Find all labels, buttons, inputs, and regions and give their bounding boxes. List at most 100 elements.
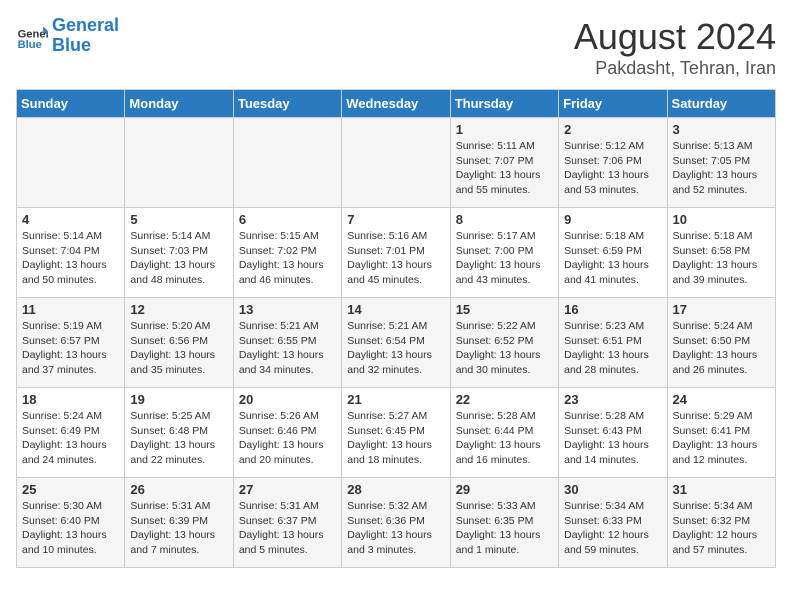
- day-number: 30: [564, 482, 661, 497]
- calendar-cell: 16 Sunrise: 5:23 AM Sunset: 6:51 PM Dayli…: [559, 298, 667, 388]
- calendar-cell: 23 Sunrise: 5:28 AM Sunset: 6:43 PM Dayli…: [559, 388, 667, 478]
- day-number: 23: [564, 392, 661, 407]
- day-number: 12: [130, 302, 227, 317]
- calendar-cell: 22 Sunrise: 5:28 AM Sunset: 6:44 PM Dayli…: [450, 388, 558, 478]
- header-saturday: Saturday: [667, 90, 775, 118]
- day-number: 22: [456, 392, 553, 407]
- header-monday: Monday: [125, 90, 233, 118]
- day-number: 3: [673, 122, 770, 137]
- day-info: Sunrise: 5:31 AM Sunset: 6:37 PM Dayligh…: [239, 499, 336, 558]
- calendar-cell: 12 Sunrise: 5:20 AM Sunset: 6:56 PM Dayli…: [125, 298, 233, 388]
- day-info: Sunrise: 5:25 AM Sunset: 6:48 PM Dayligh…: [130, 409, 227, 468]
- calendar-cell: 28Sunrise: 5:32 AM Sunset: 6:36 PM Dayli…: [342, 478, 450, 568]
- day-info: Sunrise: 5:22 AM Sunset: 6:52 PM Dayligh…: [456, 319, 553, 378]
- calendar-cell: 26Sunrise: 5:31 AM Sunset: 6:39 PM Dayli…: [125, 478, 233, 568]
- day-info: Sunrise: 5:18 AM Sunset: 6:59 PM Dayligh…: [564, 229, 661, 288]
- calendar-cell: [342, 118, 450, 208]
- day-info: Sunrise: 5:12 AM Sunset: 7:06 PM Dayligh…: [564, 139, 661, 198]
- day-info: Sunrise: 5:28 AM Sunset: 6:44 PM Dayligh…: [456, 409, 553, 468]
- calendar-cell: 6Sunrise: 5:15 AM Sunset: 7:02 PM Daylig…: [233, 208, 341, 298]
- day-number: 19: [130, 392, 227, 407]
- calendar-cell: 17 Sunrise: 5:24 AM Sunset: 6:50 PM Dayli…: [667, 298, 775, 388]
- calendar-week-row: 1 Sunrise: 5:11 AM Sunset: 7:07 PM Daylig…: [17, 118, 776, 208]
- day-info: Sunrise: 5:11 AM Sunset: 7:07 PM Dayligh…: [456, 139, 553, 198]
- calendar-cell: [125, 118, 233, 208]
- calendar-cell: 4Sunrise: 5:14 AM Sunset: 7:04 PM Daylig…: [17, 208, 125, 298]
- day-number: 25: [22, 482, 119, 497]
- day-number: 14: [347, 302, 444, 317]
- page-subtitle: Pakdasht, Tehran, Iran: [574, 58, 776, 79]
- calendar-cell: 30 Sunrise: 5:34 AM Sunset: 6:33 PM Dayli…: [559, 478, 667, 568]
- header-wednesday: Wednesday: [342, 90, 450, 118]
- calendar-cell: 5 Sunrise: 5:14 AM Sunset: 7:03 PM Daylig…: [125, 208, 233, 298]
- header-sunday: Sunday: [17, 90, 125, 118]
- day-number: 28: [347, 482, 444, 497]
- calendar-cell: 3Sunrise: 5:13 AM Sunset: 7:05 PM Daylig…: [667, 118, 775, 208]
- logo-text: GeneralBlue: [52, 16, 119, 56]
- day-info: Sunrise: 5:24 AM Sunset: 6:50 PM Dayligh…: [673, 319, 770, 378]
- day-info: Sunrise: 5:34 AM Sunset: 6:32 PM Dayligh…: [673, 499, 770, 558]
- day-number: 6: [239, 212, 336, 227]
- day-info: Sunrise: 5:23 AM Sunset: 6:51 PM Dayligh…: [564, 319, 661, 378]
- calendar-cell: 19 Sunrise: 5:25 AM Sunset: 6:48 PM Dayli…: [125, 388, 233, 478]
- page-title: August 2024: [574, 16, 776, 58]
- calendar-cell: 18Sunrise: 5:24 AM Sunset: 6:49 PM Dayli…: [17, 388, 125, 478]
- calendar-cell: [233, 118, 341, 208]
- day-info: Sunrise: 5:27 AM Sunset: 6:45 PM Dayligh…: [347, 409, 444, 468]
- day-info: Sunrise: 5:14 AM Sunset: 7:04 PM Dayligh…: [22, 229, 119, 288]
- day-number: 10: [673, 212, 770, 227]
- day-number: 15: [456, 302, 553, 317]
- day-number: 7: [347, 212, 444, 227]
- calendar-cell: 15 Sunrise: 5:22 AM Sunset: 6:52 PM Dayli…: [450, 298, 558, 388]
- day-info: Sunrise: 5:16 AM Sunset: 7:01 PM Dayligh…: [347, 229, 444, 288]
- logo: General Blue GeneralBlue: [16, 16, 119, 56]
- calendar-cell: [17, 118, 125, 208]
- day-info: Sunrise: 5:26 AM Sunset: 6:46 PM Dayligh…: [239, 409, 336, 468]
- header-thursday: Thursday: [450, 90, 558, 118]
- day-number: 5: [130, 212, 227, 227]
- day-info: Sunrise: 5:19 AM Sunset: 6:57 PM Dayligh…: [22, 319, 119, 378]
- day-number: 24: [673, 392, 770, 407]
- calendar-cell: 10Sunrise: 5:18 AM Sunset: 6:58 PM Dayli…: [667, 208, 775, 298]
- day-number: 26: [130, 482, 227, 497]
- day-number: 1: [456, 122, 553, 137]
- calendar-cell: 31 Sunrise: 5:34 AM Sunset: 6:32 PM Dayli…: [667, 478, 775, 568]
- day-info: Sunrise: 5:17 AM Sunset: 7:00 PM Dayligh…: [456, 229, 553, 288]
- day-number: 16: [564, 302, 661, 317]
- calendar-cell: 13 Sunrise: 5:21 AM Sunset: 6:55 PM Dayli…: [233, 298, 341, 388]
- calendar-cell: 24Sunrise: 5:29 AM Sunset: 6:41 PM Dayli…: [667, 388, 775, 478]
- day-info: Sunrise: 5:21 AM Sunset: 6:54 PM Dayligh…: [347, 319, 444, 378]
- calendar-cell: 14 Sunrise: 5:21 AM Sunset: 6:54 PM Dayli…: [342, 298, 450, 388]
- day-number: 18: [22, 392, 119, 407]
- title-block: August 2024 Pakdasht, Tehran, Iran: [574, 16, 776, 79]
- calendar-cell: 11Sunrise: 5:19 AM Sunset: 6:57 PM Dayli…: [17, 298, 125, 388]
- day-info: Sunrise: 5:20 AM Sunset: 6:56 PM Dayligh…: [130, 319, 227, 378]
- svg-text:Blue: Blue: [18, 39, 42, 51]
- calendar-header-row: SundayMondayTuesdayWednesdayThursdayFrid…: [17, 90, 776, 118]
- header-friday: Friday: [559, 90, 667, 118]
- calendar-week-row: 4Sunrise: 5:14 AM Sunset: 7:04 PM Daylig…: [17, 208, 776, 298]
- day-number: 9: [564, 212, 661, 227]
- day-info: Sunrise: 5:14 AM Sunset: 7:03 PM Dayligh…: [130, 229, 227, 288]
- day-number: 29: [456, 482, 553, 497]
- calendar-cell: 8 Sunrise: 5:17 AM Sunset: 7:00 PM Daylig…: [450, 208, 558, 298]
- page-header: General Blue GeneralBlue August 2024 Pak…: [16, 16, 776, 79]
- calendar-cell: 20Sunrise: 5:26 AM Sunset: 6:46 PM Dayli…: [233, 388, 341, 478]
- calendar-week-row: 25Sunrise: 5:30 AM Sunset: 6:40 PM Dayli…: [17, 478, 776, 568]
- calendar-table: SundayMondayTuesdayWednesdayThursdayFrid…: [16, 89, 776, 568]
- calendar-week-row: 11Sunrise: 5:19 AM Sunset: 6:57 PM Dayli…: [17, 298, 776, 388]
- calendar-cell: 21 Sunrise: 5:27 AM Sunset: 6:45 PM Dayli…: [342, 388, 450, 478]
- calendar-cell: 2Sunrise: 5:12 AM Sunset: 7:06 PM Daylig…: [559, 118, 667, 208]
- day-info: Sunrise: 5:28 AM Sunset: 6:43 PM Dayligh…: [564, 409, 661, 468]
- day-number: 17: [673, 302, 770, 317]
- day-number: 21: [347, 392, 444, 407]
- calendar-cell: 29 Sunrise: 5:33 AM Sunset: 6:35 PM Dayli…: [450, 478, 558, 568]
- day-info: Sunrise: 5:33 AM Sunset: 6:35 PM Dayligh…: [456, 499, 553, 558]
- calendar-week-row: 18Sunrise: 5:24 AM Sunset: 6:49 PM Dayli…: [17, 388, 776, 478]
- day-info: Sunrise: 5:34 AM Sunset: 6:33 PM Dayligh…: [564, 499, 661, 558]
- day-number: 8: [456, 212, 553, 227]
- calendar-cell: 1 Sunrise: 5:11 AM Sunset: 7:07 PM Daylig…: [450, 118, 558, 208]
- day-number: 13: [239, 302, 336, 317]
- day-number: 31: [673, 482, 770, 497]
- day-info: Sunrise: 5:21 AM Sunset: 6:55 PM Dayligh…: [239, 319, 336, 378]
